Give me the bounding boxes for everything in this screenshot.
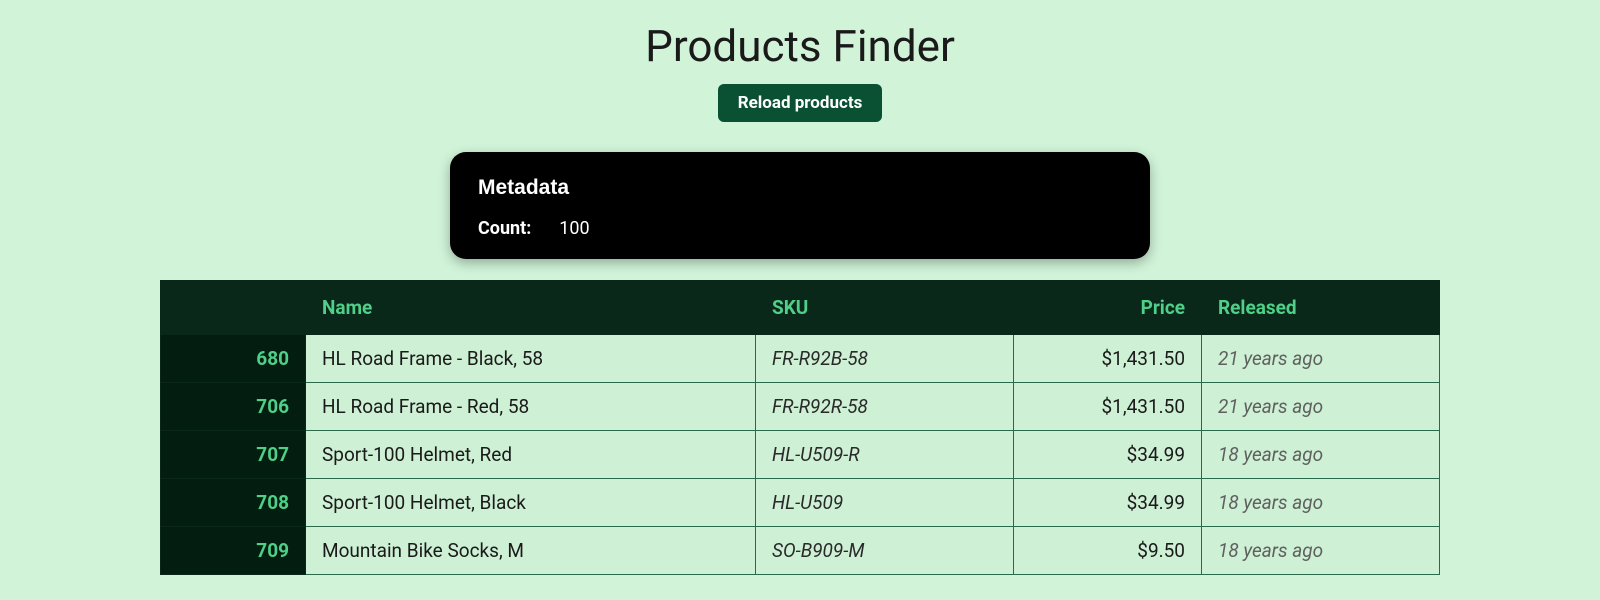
metadata-title: Metadata [478,176,1122,200]
cell-released: 21 years ago [1202,383,1440,431]
col-header-id[interactable] [161,281,306,335]
cell-sku: FR-R92B-58 [756,335,1014,383]
cell-id: 709 [161,527,306,575]
cell-price: $9.50 [1014,527,1202,575]
cell-id: 706 [161,383,306,431]
cell-price: $1,431.50 [1014,383,1202,431]
cell-name: Mountain Bike Socks, M [306,527,756,575]
cell-name: HL Road Frame - Black, 58 [306,335,756,383]
cell-id: 707 [161,431,306,479]
cell-id: 708 [161,479,306,527]
metadata-count-label: Count: [478,218,531,239]
cell-released: 18 years ago [1202,431,1440,479]
table-row: 707Sport-100 Helmet, RedHL-U509-R$34.991… [161,431,1440,479]
products-table: Name SKU Price Released 680HL Road Frame… [160,280,1440,575]
col-header-released[interactable]: Released [1202,281,1440,335]
cell-id: 680 [161,335,306,383]
cell-sku: FR-R92R-58 [756,383,1014,431]
col-header-price[interactable]: Price [1014,281,1202,335]
reload-products-button[interactable]: Reload products [718,84,883,122]
cell-released: 18 years ago [1202,479,1440,527]
cell-name: Sport-100 Helmet, Black [306,479,756,527]
metadata-count-value: 100 [559,218,589,239]
table-row: 680HL Road Frame - Black, 58FR-R92B-58$1… [161,335,1440,383]
cell-sku: HL-U509-R [756,431,1014,479]
metadata-card: Metadata Count: 100 [450,152,1150,259]
col-header-sku[interactable]: SKU [756,281,1014,335]
table-row: 706HL Road Frame - Red, 58FR-R92R-58$1,4… [161,383,1440,431]
cell-name: HL Road Frame - Red, 58 [306,383,756,431]
cell-released: 18 years ago [1202,527,1440,575]
cell-sku: HL-U509 [756,479,1014,527]
cell-sku: SO-B909-M [756,527,1014,575]
page-title: Products Finder [80,20,1520,72]
cell-released: 21 years ago [1202,335,1440,383]
cell-price: $34.99 [1014,479,1202,527]
cell-price: $1,431.50 [1014,335,1202,383]
table-row: 708Sport-100 Helmet, BlackHL-U509$34.991… [161,479,1440,527]
table-row: 709Mountain Bike Socks, MSO-B909-M$9.501… [161,527,1440,575]
cell-name: Sport-100 Helmet, Red [306,431,756,479]
col-header-name[interactable]: Name [306,281,756,335]
cell-price: $34.99 [1014,431,1202,479]
